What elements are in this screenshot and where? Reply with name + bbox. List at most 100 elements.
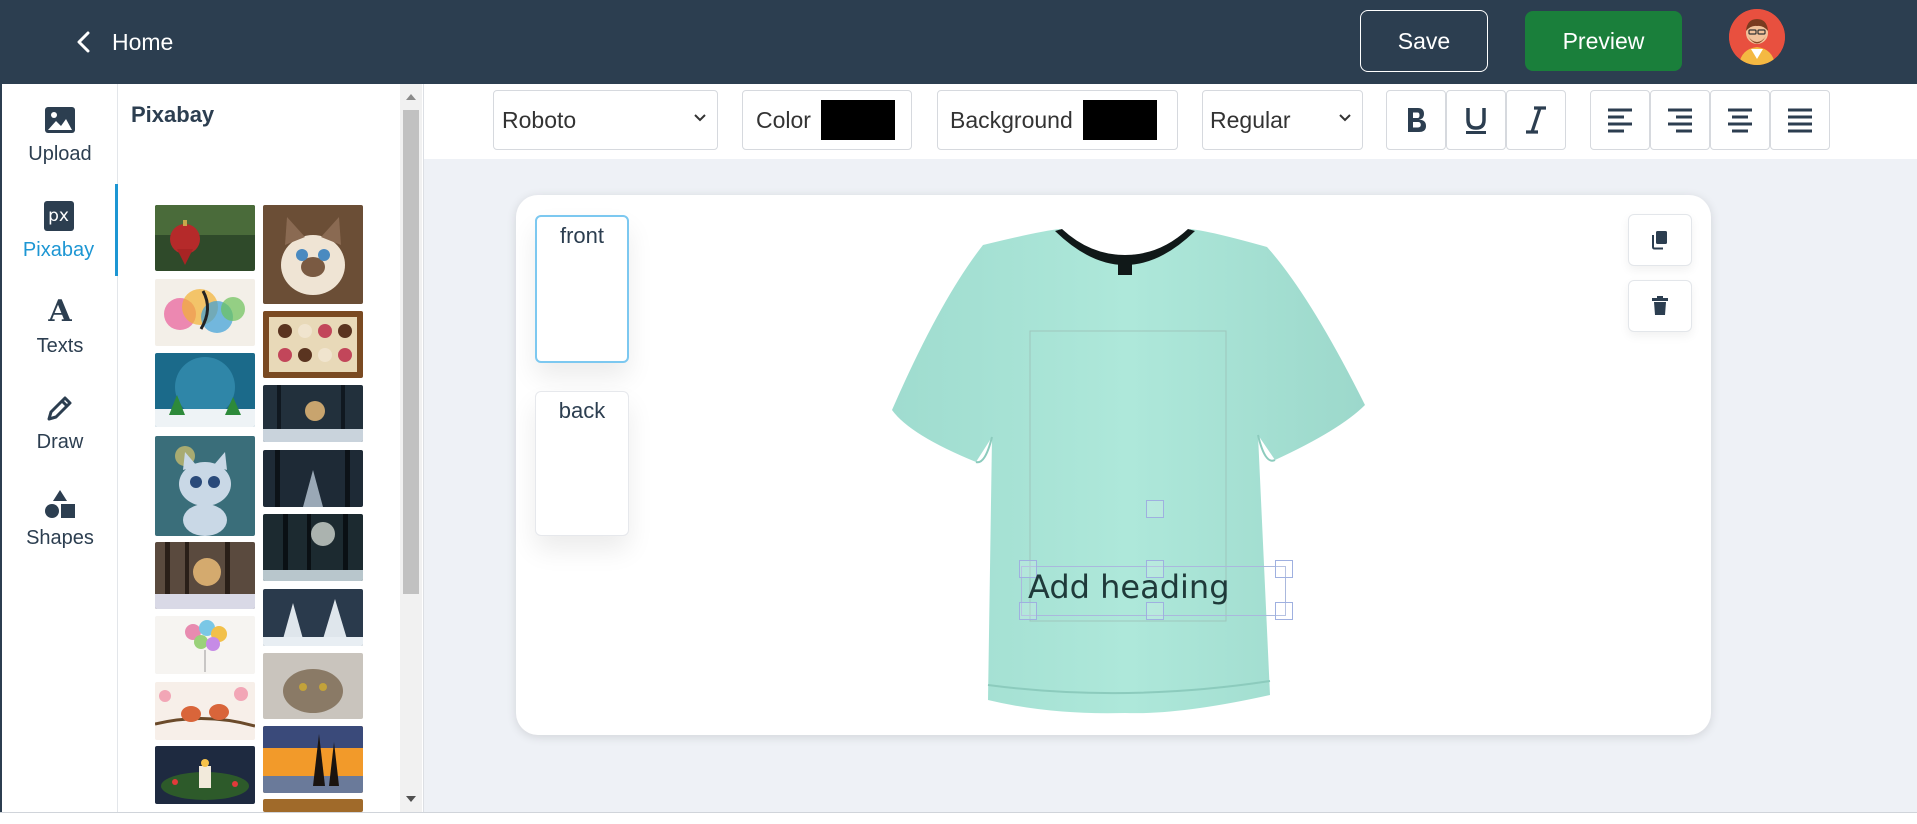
rail-label-upload: Upload bbox=[28, 142, 92, 165]
thumb-partial[interactable] bbox=[263, 799, 363, 812]
birds-on-branch-image bbox=[155, 682, 255, 740]
background-color-picker[interactable]: Background bbox=[937, 90, 1178, 150]
duplicate-button[interactable] bbox=[1628, 214, 1692, 266]
siamese-kitten-image bbox=[263, 205, 363, 304]
thumb-tabby-cat[interactable] bbox=[263, 653, 363, 719]
align-justify-icon bbox=[1788, 108, 1812, 133]
text-color-picker[interactable]: Color bbox=[742, 90, 912, 150]
thumb-siamese-kitten[interactable] bbox=[263, 205, 363, 304]
top-bar: Home Save Preview bbox=[0, 0, 1917, 84]
bold-icon bbox=[1408, 108, 1426, 132]
christmas-globe-image bbox=[155, 353, 255, 427]
bottom-edge bbox=[0, 812, 1917, 824]
thumb-chocolate-box[interactable] bbox=[263, 311, 363, 378]
sunbeam-forest-image bbox=[263, 514, 363, 581]
side-tab-back[interactable]: back bbox=[535, 391, 629, 536]
pixabay-panel: Pixabay bbox=[118, 84, 424, 812]
underline-button[interactable] bbox=[1446, 90, 1506, 150]
thumb-sunbeam-forest[interactable] bbox=[263, 514, 363, 581]
rail-item-shapes[interactable]: Shapes bbox=[2, 472, 118, 564]
rail-label-shapes: Shapes bbox=[26, 526, 94, 549]
align-center-button[interactable] bbox=[1710, 90, 1770, 150]
delete-button[interactable] bbox=[1628, 280, 1692, 332]
panel-scrollbar[interactable] bbox=[400, 84, 422, 812]
thumb-birds-on-branch[interactable] bbox=[155, 682, 255, 740]
user-avatar[interactable] bbox=[1729, 9, 1785, 65]
rail-item-texts[interactable]: A Texts bbox=[2, 280, 118, 372]
scroll-up-arrow-icon[interactable] bbox=[406, 94, 416, 100]
align-center-icon bbox=[1728, 108, 1752, 133]
rotate-handle[interactable] bbox=[1146, 500, 1164, 518]
winter-sunset-trees-image bbox=[263, 726, 363, 793]
cartoon-kitten-image bbox=[155, 436, 255, 536]
align-left-icon bbox=[1608, 108, 1632, 133]
christmas-candles-image bbox=[155, 746, 255, 804]
scroll-down-arrow-icon[interactable] bbox=[406, 796, 416, 802]
font-weight-select[interactable]: Regular bbox=[1202, 90, 1363, 150]
tshirt-mockup[interactable] bbox=[880, 225, 1370, 725]
copy-icon bbox=[1652, 231, 1667, 250]
thumb-snowy-forest-night[interactable] bbox=[263, 385, 363, 442]
shapes-icon bbox=[45, 489, 75, 518]
trash-icon bbox=[1652, 296, 1668, 315]
side-label-front: front bbox=[559, 223, 605, 248]
thumb-christmas-ornament[interactable] bbox=[155, 205, 255, 271]
thumb-dark-forest-path[interactable] bbox=[263, 450, 363, 507]
italic-button[interactable] bbox=[1506, 90, 1566, 150]
thumb-cartoon-kitten[interactable] bbox=[155, 436, 255, 536]
font-weight-value: Regular bbox=[1210, 106, 1291, 133]
side-label-back: back bbox=[558, 398, 606, 423]
thumb-snowy-trees[interactable] bbox=[263, 589, 363, 646]
rail-label-texts: Texts bbox=[36, 334, 84, 357]
preview-button[interactable]: Preview bbox=[1525, 11, 1682, 71]
text-a-icon: A bbox=[48, 294, 72, 329]
scroll-thumb[interactable] bbox=[403, 110, 419, 594]
rail-item-upload[interactable]: Upload bbox=[2, 88, 118, 180]
color-swatch[interactable] bbox=[820, 100, 895, 140]
avatar-portrait-icon bbox=[1729, 9, 1785, 65]
thumb-christmas-globe[interactable] bbox=[155, 353, 255, 427]
font-family-select[interactable]: Roboto bbox=[493, 90, 718, 150]
pencil-icon bbox=[47, 396, 72, 420]
music-notes-image bbox=[155, 279, 255, 346]
snowy-trees-image bbox=[263, 589, 363, 646]
save-button[interactable]: Save bbox=[1360, 10, 1488, 72]
rail-item-pixabay[interactable]: px Pixabay bbox=[2, 184, 118, 276]
left-rail: Upload px Pixabay A Texts Draw Shapes bbox=[0, 84, 118, 812]
background-label: Background bbox=[950, 106, 1073, 133]
chevron-down-icon bbox=[694, 114, 706, 122]
image-icon bbox=[45, 106, 75, 133]
home-label: Home bbox=[112, 28, 174, 55]
rail-label-draw: Draw bbox=[36, 430, 84, 453]
thumb-winter-sunset-trees[interactable] bbox=[263, 726, 363, 793]
align-justify-button[interactable] bbox=[1770, 90, 1830, 150]
rail-item-draw[interactable]: Draw bbox=[2, 376, 118, 468]
pixabay-icon: px bbox=[43, 200, 74, 231]
thumb-christmas-candles[interactable] bbox=[155, 746, 255, 804]
dark-forest-path-image bbox=[263, 450, 363, 507]
bold-button[interactable] bbox=[1386, 90, 1446, 150]
panel-title: Pixabay bbox=[131, 102, 215, 127]
home-link[interactable]: Home bbox=[76, 22, 173, 62]
tabby-cat-image bbox=[263, 653, 363, 719]
thumb-winter-forest-sunset[interactable] bbox=[155, 542, 255, 609]
resize-handle-top-right[interactable] bbox=[1275, 560, 1293, 578]
thumb-music-notes[interactable] bbox=[155, 279, 255, 346]
align-left-button[interactable] bbox=[1590, 90, 1650, 150]
italic-icon bbox=[1526, 106, 1546, 134]
chevron-down-icon bbox=[1339, 114, 1351, 122]
background-swatch[interactable] bbox=[1082, 100, 1157, 140]
align-right-button[interactable] bbox=[1650, 90, 1710, 150]
rail-label-pixabay: Pixabay bbox=[22, 238, 95, 261]
thumb-heart-balloons[interactable] bbox=[155, 616, 255, 674]
side-tab-front[interactable]: front bbox=[535, 215, 629, 363]
color-label: Color bbox=[756, 106, 811, 133]
canvas-text-heading[interactable]: Add heading bbox=[1028, 568, 1230, 606]
align-right-icon bbox=[1668, 108, 1692, 133]
resize-handle-bottom-right[interactable] bbox=[1275, 602, 1293, 620]
winter-forest-sunset-image bbox=[155, 542, 255, 609]
snowy-forest-night-image bbox=[263, 385, 363, 442]
chevron-left-icon bbox=[77, 31, 90, 53]
heart-balloons-image bbox=[155, 616, 255, 674]
text-toolbar: Roboto Color Background Regular bbox=[424, 84, 1917, 159]
